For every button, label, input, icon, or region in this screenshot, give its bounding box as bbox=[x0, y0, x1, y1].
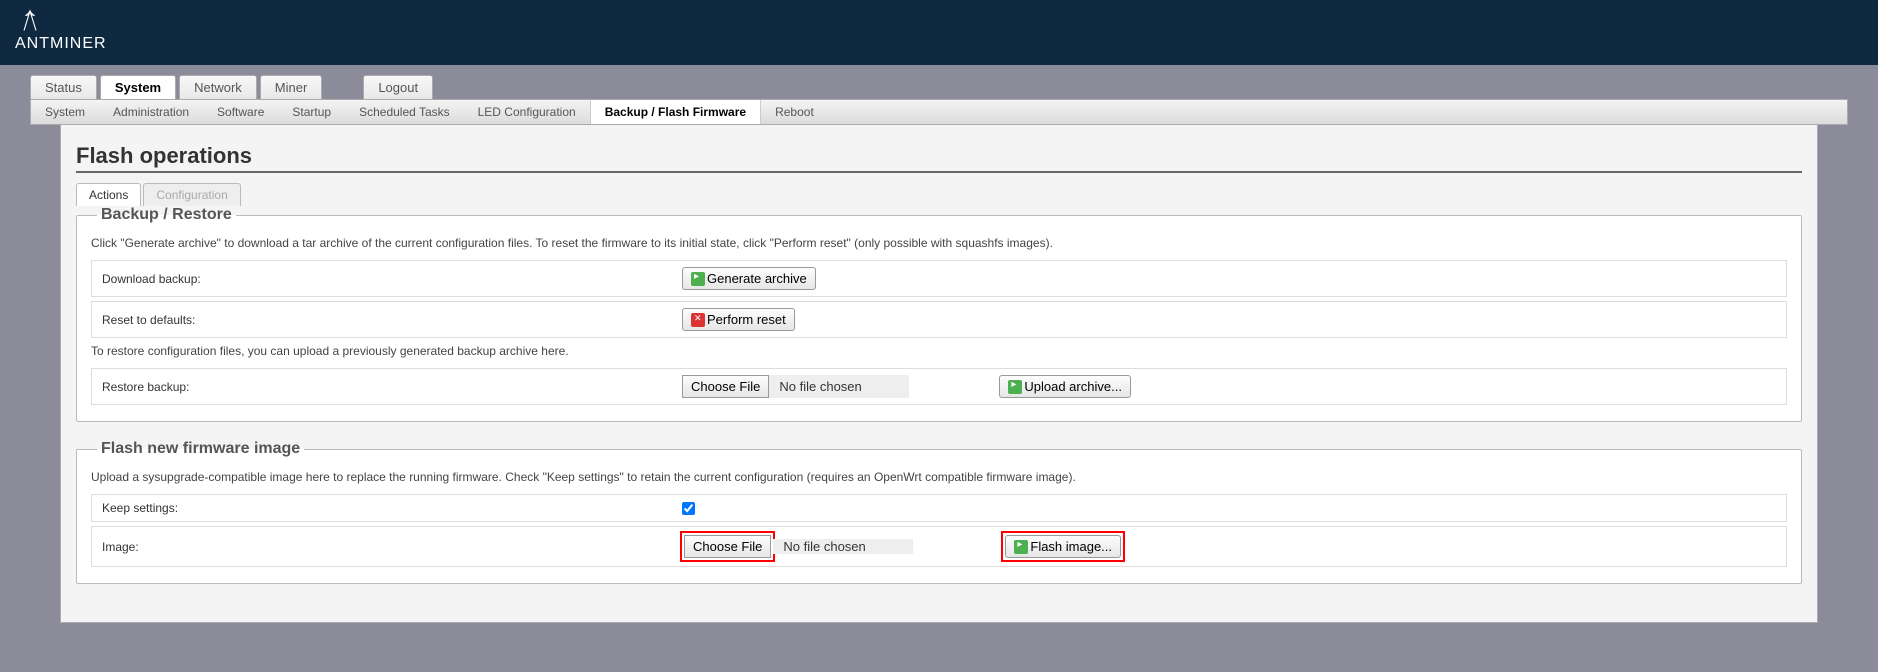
image-row: Image: Choose File No file chosen Flash … bbox=[91, 526, 1787, 567]
subtab-backup-flash[interactable]: Backup / Flash Firmware bbox=[590, 100, 761, 124]
subtab-software[interactable]: Software bbox=[203, 100, 278, 124]
restore-file-input[interactable]: Choose File No file chosen bbox=[682, 375, 909, 398]
subtab-administration[interactable]: Administration bbox=[99, 100, 203, 124]
flash-image-highlight: Flash image... bbox=[1003, 533, 1123, 560]
page-title: Flash operations bbox=[76, 143, 1802, 169]
flash-image-label: Flash image... bbox=[1030, 539, 1112, 554]
generate-archive-button[interactable]: Generate archive bbox=[682, 267, 816, 290]
main-tabs: Status System Network Miner Logout bbox=[30, 75, 1848, 99]
download-backup-label: Download backup: bbox=[102, 272, 682, 286]
inner-tab-configuration[interactable]: Configuration bbox=[143, 183, 240, 206]
inner-tab-actions[interactable]: Actions bbox=[76, 183, 141, 206]
subtab-system[interactable]: System bbox=[31, 100, 99, 124]
tab-logout[interactable]: Logout bbox=[363, 75, 433, 99]
tab-network[interactable]: Network bbox=[179, 75, 257, 99]
image-choose-file-button[interactable]: Choose File bbox=[684, 535, 771, 558]
logo-text: ANTMINER bbox=[15, 35, 107, 53]
keep-settings-row: Keep settings: bbox=[91, 494, 1787, 522]
image-label: Image: bbox=[102, 540, 682, 554]
download-backup-row: Download backup: Generate archive bbox=[91, 260, 1787, 297]
subtab-scheduled-tasks[interactable]: Scheduled Tasks bbox=[345, 100, 464, 124]
logo: ANTMINER bbox=[15, 5, 1863, 53]
inner-tabs: Actions Configuration bbox=[76, 183, 1802, 206]
upload-icon bbox=[1008, 380, 1022, 394]
flash-firmware-section: Flash new firmware image Upload a sysupg… bbox=[76, 440, 1802, 584]
flash-firmware-desc: Upload a sysupgrade-compatible image her… bbox=[91, 470, 1787, 484]
image-file-input[interactable]: Choose File bbox=[684, 535, 771, 558]
backup-restore-section: Backup / Restore Click "Generate archive… bbox=[76, 206, 1802, 422]
perform-reset-label: Perform reset bbox=[707, 312, 786, 327]
tab-system[interactable]: System bbox=[100, 75, 176, 99]
title-divider bbox=[76, 171, 1802, 173]
subtab-led-configuration[interactable]: LED Configuration bbox=[464, 100, 590, 124]
flash-firmware-legend: Flash new firmware image bbox=[97, 440, 304, 458]
restore-choose-file-button[interactable]: Choose File bbox=[682, 375, 769, 398]
restore-file-status: No file chosen bbox=[769, 379, 909, 394]
reset-defaults-row: Reset to defaults: Perform reset bbox=[91, 301, 1787, 338]
flash-image-button[interactable]: Flash image... bbox=[1005, 535, 1121, 558]
upload-archive-button[interactable]: Upload archive... bbox=[999, 375, 1131, 398]
antminer-logo-icon bbox=[15, 5, 45, 35]
backup-restore-legend: Backup / Restore bbox=[97, 206, 236, 224]
flash-icon bbox=[1014, 540, 1028, 554]
content-area: Flash operations Actions Configuration B… bbox=[60, 125, 1818, 623]
tab-miner[interactable]: Miner bbox=[260, 75, 323, 99]
subtab-startup[interactable]: Startup bbox=[278, 100, 345, 124]
backup-restore-desc: Click "Generate archive" to download a t… bbox=[91, 236, 1787, 250]
sub-tabs: System Administration Software Startup S… bbox=[30, 99, 1848, 125]
tab-status[interactable]: Status bbox=[30, 75, 97, 99]
restore-backup-row: Restore backup: Choose File No file chos… bbox=[91, 368, 1787, 405]
header-bar: ANTMINER bbox=[0, 0, 1878, 65]
upload-archive-label: Upload archive... bbox=[1024, 379, 1122, 394]
download-icon bbox=[691, 272, 705, 286]
restore-backup-label: Restore backup: bbox=[102, 380, 682, 394]
perform-reset-button[interactable]: Perform reset bbox=[682, 308, 795, 331]
reset-icon bbox=[691, 313, 705, 327]
generate-archive-label: Generate archive bbox=[707, 271, 807, 286]
restore-desc: To restore configuration files, you can … bbox=[91, 344, 1787, 358]
reset-defaults-label: Reset to defaults: bbox=[102, 313, 682, 327]
keep-settings-label: Keep settings: bbox=[102, 501, 682, 515]
subtab-reboot[interactable]: Reboot bbox=[761, 100, 828, 124]
image-file-status: No file chosen bbox=[773, 539, 913, 554]
image-file-highlight: Choose File bbox=[682, 533, 773, 560]
keep-settings-checkbox[interactable] bbox=[682, 502, 695, 515]
